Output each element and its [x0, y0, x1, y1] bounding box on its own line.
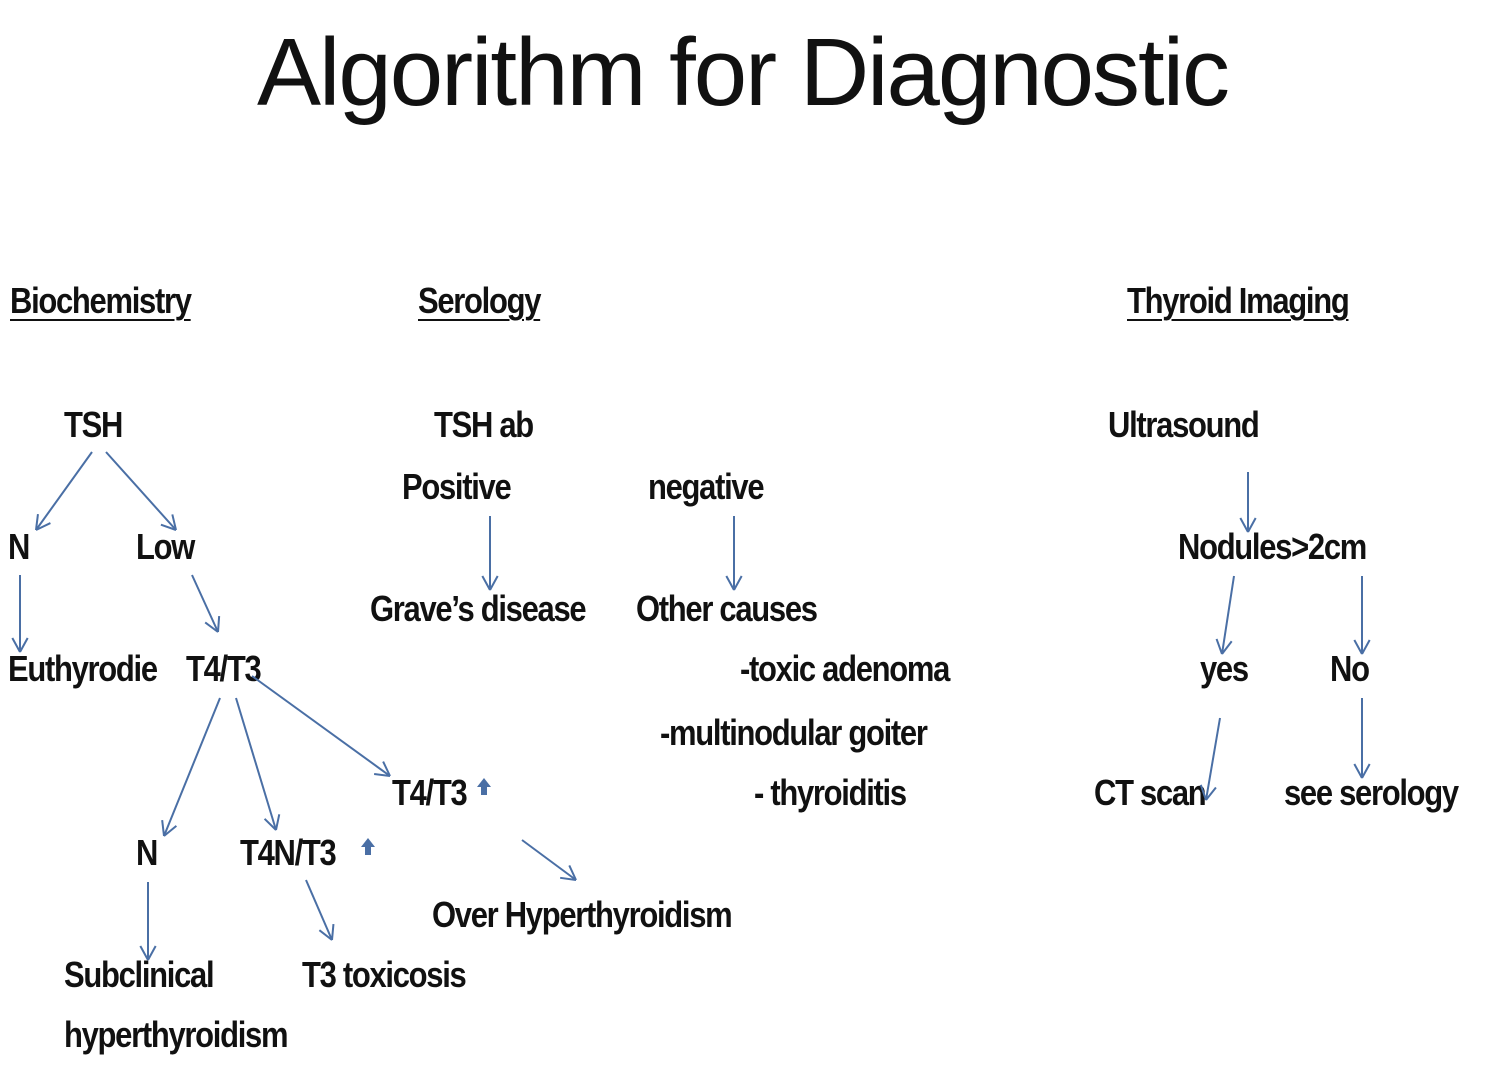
arrow-tsh-to-low	[105, 451, 177, 531]
arrow-t4n-to-toxicosis	[305, 879, 335, 941]
arrow-nodules-to-yes	[1215, 575, 1235, 655]
arrow-t4t3-to-n	[161, 697, 221, 837]
arrow-t4t3-to-t4n	[235, 697, 281, 831]
arrow-tsh-to-n	[35, 451, 93, 531]
arrow-yes-to-ctscan	[1199, 717, 1221, 801]
diagnostic-algorithm-slide: Algorithm for Diagnostic Biochemistry Se…	[0, 0, 1485, 1084]
arrow-t4t3-to-elevated	[251, 675, 391, 777]
arrow-no-to-serology	[1353, 698, 1371, 779]
arrow-n-to-euthyrodie	[11, 575, 29, 653]
arrow-low-to-t4t3	[191, 574, 221, 633]
arrow-elevated-to-over	[521, 839, 577, 881]
arrow-nodules-to-no	[1353, 576, 1371, 655]
flow-arrows	[11, 451, 1371, 961]
arrow-negative-to-other	[725, 516, 743, 591]
arrow-n-to-subclinical	[139, 882, 157, 961]
arrow-ultrasound-to-nodules	[1239, 472, 1257, 533]
arrow-positive-to-graves	[481, 516, 499, 591]
